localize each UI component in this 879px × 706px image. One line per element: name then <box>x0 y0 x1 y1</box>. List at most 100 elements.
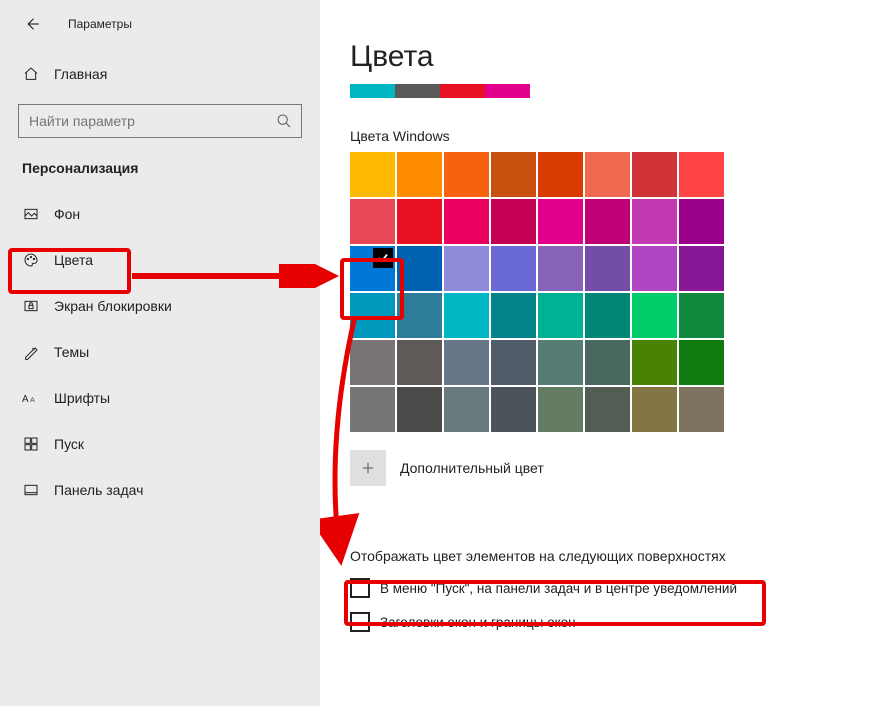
color-swatch[interactable] <box>350 387 395 432</box>
color-swatch[interactable] <box>491 199 536 244</box>
nav-item-lockscreen[interactable]: Экран блокировки <box>0 286 320 326</box>
checkbox-label: В меню "Пуск", на панели задач и в центр… <box>380 581 737 596</box>
surfaces-heading: Отображать цвет элементов на следующих п… <box>350 548 850 564</box>
search-icon <box>267 104 301 138</box>
color-swatch[interactable] <box>397 246 442 291</box>
color-swatch[interactable] <box>632 152 677 197</box>
color-swatch[interactable] <box>350 293 395 338</box>
color-swatch[interactable] <box>538 152 583 197</box>
nav-home-label: Главная <box>54 66 107 82</box>
nav-label: Фон <box>54 206 80 222</box>
accent-preview-swatch <box>395 84 440 98</box>
color-swatch[interactable] <box>397 293 442 338</box>
color-swatch[interactable] <box>585 199 630 244</box>
nav-item-start[interactable]: Пуск <box>0 424 320 464</box>
custom-color-row: Дополнительный цвет <box>350 450 850 486</box>
checkbox[interactable] <box>350 612 370 632</box>
nav-label: Темы <box>54 344 89 360</box>
nav-label: Пуск <box>54 436 84 452</box>
checkbox-row-titlebars[interactable]: Заголовки окон и границы окон <box>350 612 850 632</box>
check-icon <box>373 248 393 268</box>
back-button[interactable] <box>20 12 44 36</box>
fonts-icon: AA <box>22 389 40 407</box>
nav-home[interactable]: Главная <box>0 54 320 94</box>
color-swatch[interactable] <box>444 340 489 385</box>
color-swatch[interactable] <box>679 152 724 197</box>
accent-preview-swatch <box>350 84 395 98</box>
color-swatch[interactable] <box>350 246 395 291</box>
taskbar-icon <box>22 481 40 499</box>
accent-preview-swatch <box>485 84 530 98</box>
checkbox[interactable] <box>350 578 370 598</box>
search-input[interactable] <box>19 105 267 137</box>
color-swatch[interactable] <box>679 387 724 432</box>
color-swatch[interactable] <box>538 246 583 291</box>
nav-item-themes[interactable]: Темы <box>0 332 320 372</box>
windows-colors-label: Цвета Windows <box>350 128 850 144</box>
color-swatch[interactable] <box>632 340 677 385</box>
checkbox-label: Заголовки окон и границы окон <box>380 615 576 630</box>
page-title: Цвета <box>350 40 850 74</box>
custom-color-button[interactable] <box>350 450 386 486</box>
nav-item-taskbar[interactable]: Панель задач <box>0 470 320 510</box>
color-swatch[interactable] <box>350 340 395 385</box>
palette-icon <box>22 251 40 269</box>
color-swatch[interactable] <box>585 340 630 385</box>
nav-label: Цвета <box>54 252 93 268</box>
color-swatch[interactable] <box>397 199 442 244</box>
color-swatch[interactable] <box>491 387 536 432</box>
svg-text:A: A <box>30 397 35 404</box>
color-swatch[interactable] <box>491 152 536 197</box>
color-swatch[interactable] <box>538 340 583 385</box>
color-swatch[interactable] <box>444 152 489 197</box>
picture-icon <box>22 205 40 223</box>
color-swatch[interactable] <box>632 199 677 244</box>
color-swatch[interactable] <box>679 293 724 338</box>
themes-icon <box>22 343 40 361</box>
color-swatch[interactable] <box>585 246 630 291</box>
nav-label: Шрифты <box>54 390 110 406</box>
lockscreen-icon <box>22 297 40 315</box>
color-swatch[interactable] <box>491 340 536 385</box>
window-title: Параметры <box>68 17 132 31</box>
nav-item-fonts[interactable]: AA Шрифты <box>0 378 320 418</box>
color-swatch[interactable] <box>444 387 489 432</box>
color-swatch[interactable] <box>585 152 630 197</box>
color-swatch[interactable] <box>491 293 536 338</box>
color-swatch[interactable] <box>585 387 630 432</box>
color-swatch[interactable] <box>632 246 677 291</box>
color-swatch[interactable] <box>538 293 583 338</box>
color-swatch[interactable] <box>350 152 395 197</box>
color-swatch[interactable] <box>350 199 395 244</box>
accent-preview-strip <box>350 84 850 98</box>
color-swatch[interactable] <box>491 246 536 291</box>
accent-preview-swatch <box>440 84 485 98</box>
color-swatch[interactable] <box>397 340 442 385</box>
color-swatch[interactable] <box>538 199 583 244</box>
color-swatch[interactable] <box>632 387 677 432</box>
color-swatch[interactable] <box>538 387 583 432</box>
color-swatch[interactable] <box>444 246 489 291</box>
color-swatch[interactable] <box>632 293 677 338</box>
color-swatch[interactable] <box>444 293 489 338</box>
start-icon <box>22 435 40 453</box>
nav-item-background[interactable]: Фон <box>0 194 320 234</box>
color-swatch[interactable] <box>679 340 724 385</box>
color-swatch[interactable] <box>397 152 442 197</box>
search-box[interactable] <box>18 104 302 138</box>
checkbox-row-start-taskbar[interactable]: В меню "Пуск", на панели задач и в центр… <box>350 578 850 598</box>
color-swatch[interactable] <box>444 199 489 244</box>
nav-list: Фон Цвета Экран блокировки Темы AA Шрифт… <box>0 194 320 510</box>
custom-color-label: Дополнительный цвет <box>400 460 544 476</box>
color-swatch[interactable] <box>397 387 442 432</box>
home-icon <box>22 65 40 83</box>
section-title: Персонализация <box>0 160 320 176</box>
nav-item-colors[interactable]: Цвета <box>0 240 320 280</box>
color-swatch[interactable] <box>585 293 630 338</box>
sidebar: Параметры Главная Персонализация Фон Цве… <box>0 0 320 706</box>
main-content: Цвета Цвета Windows Дополнительный цвет … <box>350 40 850 632</box>
color-palette <box>350 152 724 432</box>
color-swatch[interactable] <box>679 246 724 291</box>
color-swatch[interactable] <box>679 199 724 244</box>
window-header: Параметры <box>0 0 320 48</box>
